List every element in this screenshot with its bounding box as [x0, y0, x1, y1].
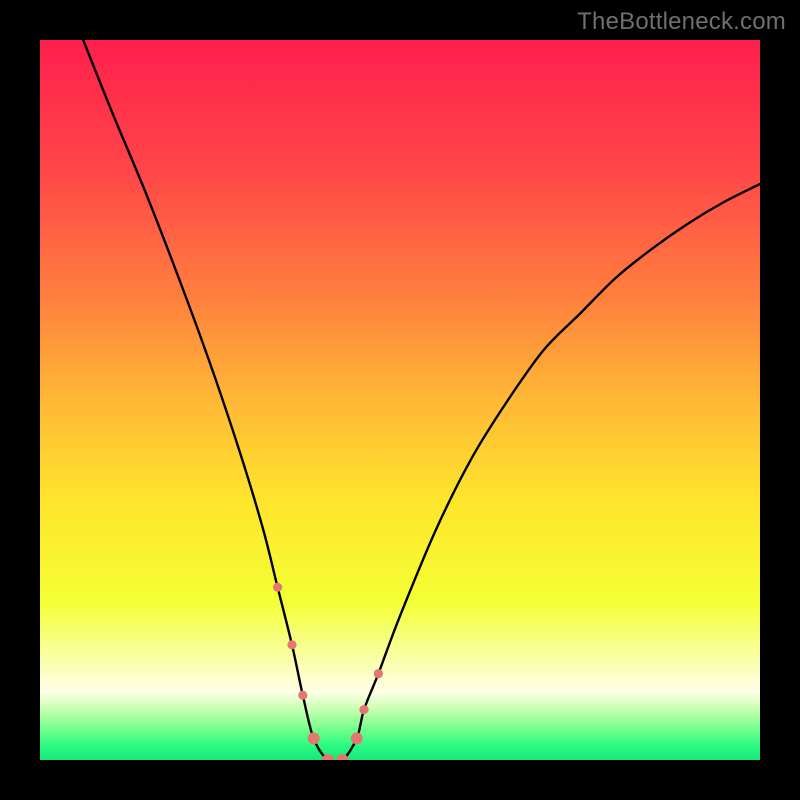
chart-svg — [40, 40, 760, 760]
marker-dot — [308, 732, 320, 744]
gradient-background — [40, 40, 760, 760]
marker-dot — [351, 732, 363, 744]
watermark-label: TheBottleneck.com — [577, 8, 786, 36]
marker-dot — [359, 705, 368, 714]
marker-dot — [298, 691, 307, 700]
marker-dot — [287, 640, 296, 649]
marker-dot — [374, 669, 383, 678]
chart-frame: TheBottleneck.com — [0, 0, 800, 800]
plot-area — [40, 40, 760, 760]
marker-dot — [273, 583, 282, 592]
